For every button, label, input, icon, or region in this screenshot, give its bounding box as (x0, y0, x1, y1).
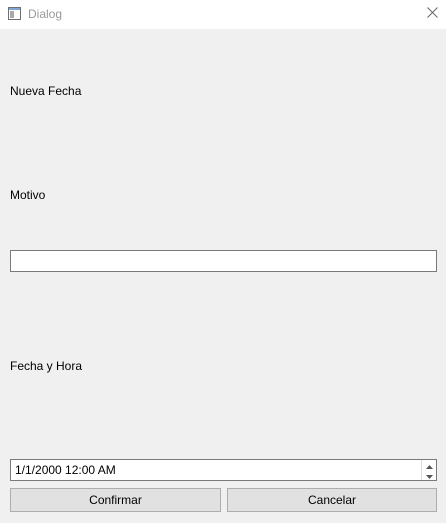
datetime-spinner[interactable] (421, 460, 436, 480)
spin-down-button[interactable] (422, 470, 436, 480)
spin-down-icon (425, 468, 433, 482)
window-title: Dialog (28, 7, 63, 21)
reason-input[interactable] (10, 250, 437, 272)
confirm-button[interactable]: Confirmar (10, 488, 221, 512)
window-app-icon (8, 7, 21, 20)
title-bar[interactable]: Dialog (0, 0, 446, 29)
cancel-button[interactable]: Cancelar (227, 488, 437, 512)
close-icon (426, 7, 438, 21)
new-date-label: Nueva Fecha (10, 84, 82, 98)
close-button[interactable] (420, 3, 444, 25)
datetime-value[interactable]: 1/1/2000 12:00 AM (15, 464, 116, 477)
reason-label: Motivo (10, 188, 46, 202)
date-time-label: Fecha y Hora (10, 359, 83, 373)
dialog-window: Dialog Nueva Fecha Motivo Fecha y Hora 1… (0, 0, 446, 523)
datetime-edit[interactable]: 1/1/2000 12:00 AM (10, 459, 437, 481)
